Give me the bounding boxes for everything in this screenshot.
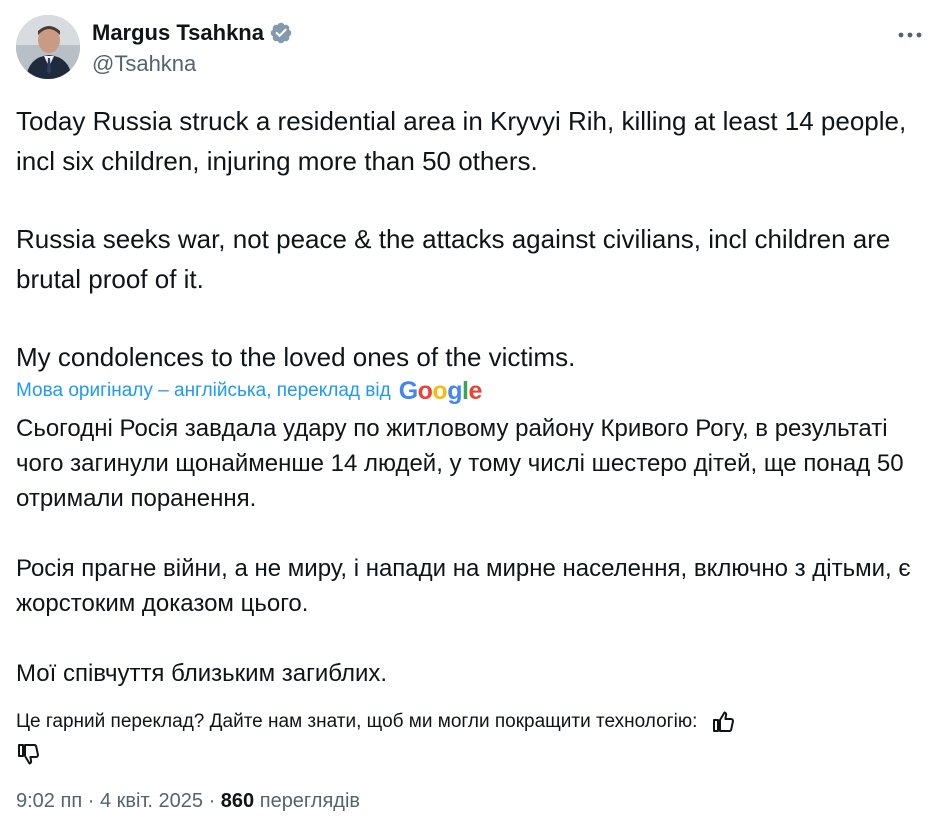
tweet-paragraph: Today Russia struck a residential area i… (16, 106, 914, 176)
views-label: переглядів (259, 790, 361, 812)
tweet-meta: 9:02 пп · 4 квіт. 2025 · 860 переглядів (16, 790, 360, 813)
verified-badge-icon (269, 21, 293, 45)
tweet-time[interactable]: 9:02 пп (16, 790, 82, 812)
translation-source-link[interactable]: Мова оригіналу – англійська, переклад ві… (16, 377, 482, 405)
thumbs-down-icon[interactable] (16, 742, 40, 766)
feedback-prompt: Це гарний переклад? Дайте нам знати, щоб… (16, 711, 698, 732)
translated-paragraph: Мої співчуття близьким загиблих. (16, 660, 388, 687)
name-row: Margus Tsahkna (92, 19, 293, 47)
translation-source-label: Мова оригіналу – англійська, переклад ві… (16, 380, 391, 401)
google-logo: Google (398, 376, 483, 405)
avatar[interactable] (16, 15, 80, 79)
more-horizontal-icon (898, 32, 922, 38)
thumbs-up-icon[interactable] (711, 710, 735, 734)
more-options-button[interactable] (892, 21, 928, 49)
display-name[interactable]: Margus Tsahkna (92, 20, 264, 46)
meta-separator: · (87, 790, 95, 812)
tweet-paragraph: My condolences to the loved ones of the … (16, 342, 576, 372)
tweet-date[interactable]: 4 квіт. 2025 (100, 790, 203, 812)
translated-paragraph: Сьогодні Росія завдала удару по житловом… (16, 415, 904, 512)
translated-paragraph: Росія прагне війни, а не миру, і напади … (16, 555, 911, 617)
handle[interactable]: @Tsahkna (92, 51, 196, 77)
tweet-paragraph: Russia seeks war, not peace & the attack… (16, 224, 898, 294)
tweet-text: Today Russia struck a residential area i… (16, 101, 928, 377)
tweet: Margus Tsahkna @Tsahkna Today Russia str… (0, 0, 944, 824)
translated-text: Сьогодні Росія завдала удару по житловом… (16, 411, 928, 691)
translation-feedback: Це гарний переклад? Дайте нам знати, щоб… (16, 706, 928, 770)
avatar-image (16, 15, 80, 79)
views-count: 860 (220, 790, 255, 812)
tweet-header: Margus Tsahkna @Tsahkna (16, 15, 928, 83)
meta-separator: · (208, 790, 216, 812)
